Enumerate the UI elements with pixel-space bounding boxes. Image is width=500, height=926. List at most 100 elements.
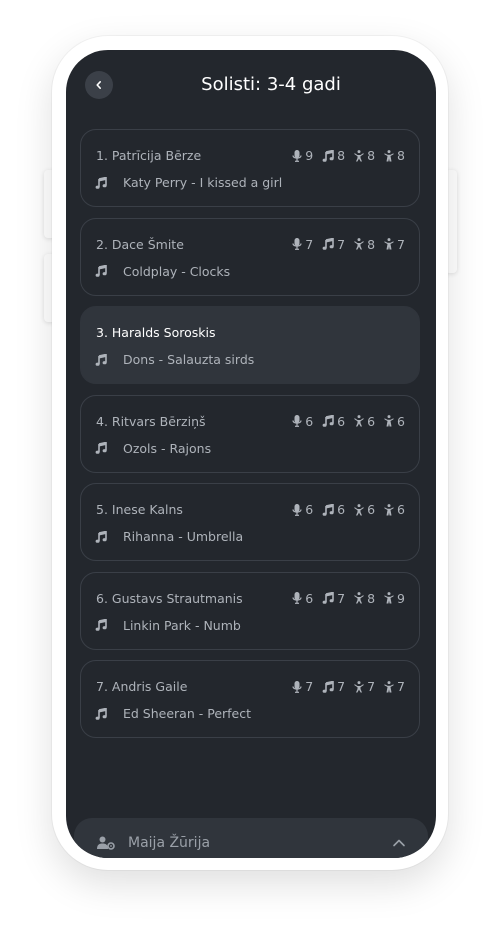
contestant-card[interactable]: 5. Inese Kalns 6 6 6 6 Rihanna - Umbrella bbox=[80, 483, 420, 561]
score-item: 7 bbox=[292, 679, 313, 694]
score-value: 6 bbox=[337, 502, 346, 517]
score-item: 9 bbox=[384, 591, 405, 606]
score-item: 7 bbox=[384, 679, 405, 694]
score-value: 7 bbox=[305, 679, 314, 694]
score-item: 6 bbox=[292, 502, 313, 517]
song-row: Ozols - Rajons bbox=[95, 441, 211, 456]
score-value: 6 bbox=[305, 590, 314, 606]
microphone-icon bbox=[292, 415, 305, 427]
score-value: 7 bbox=[367, 679, 376, 694]
music-note-icon bbox=[322, 680, 337, 693]
score-item: 6 bbox=[322, 502, 345, 517]
microphone-icon bbox=[292, 592, 305, 604]
music-note-icon bbox=[95, 176, 115, 189]
contestant-card[interactable]: 2. Dace Šmite 7 7 8 7 Coldplay - Clocks bbox=[80, 217, 420, 296]
score-value: 8 bbox=[397, 148, 405, 163]
score-value: 8 bbox=[367, 148, 376, 163]
chevron-up-icon[interactable] bbox=[392, 838, 406, 848]
music-note-icon bbox=[322, 415, 337, 427]
song-row: Ed Sheeran - Perfect bbox=[95, 706, 251, 721]
score-item: 8 bbox=[354, 148, 375, 163]
contestant-name: 5. Inese Kalns bbox=[96, 502, 183, 517]
dancer-icon bbox=[354, 503, 367, 516]
dancer-icon bbox=[354, 238, 367, 250]
contestant-name: 6. Gustavs Strautmanis bbox=[96, 590, 243, 606]
score-item: 7 bbox=[354, 679, 375, 694]
microphone-icon bbox=[292, 680, 305, 693]
costume-icon bbox=[384, 680, 397, 693]
song-row: Dons - Salauzta sirds bbox=[95, 352, 254, 367]
page-title: Solisti: 3-4 gadi bbox=[201, 74, 341, 95]
song-title: Katy Perry - I kissed a girl bbox=[123, 175, 283, 190]
microphone-icon bbox=[292, 238, 305, 250]
contestant-name: 1. Patrīcija Bērze bbox=[96, 148, 202, 163]
score-value: 7 bbox=[397, 236, 405, 252]
score-item: 8 bbox=[354, 591, 375, 606]
score-item: 7 bbox=[322, 591, 345, 606]
score-value: 6 bbox=[367, 502, 376, 517]
song-row: Rihanna - Umbrella bbox=[95, 529, 243, 544]
contestant-card[interactable]: 6. Gustavs Strautmanis 6 7 8 9 Linkin Park - … bbox=[80, 571, 420, 650]
contestant-card[interactable]: 3. Haralds Soroskis Dons - Salauzta sirds bbox=[80, 306, 420, 384]
score-item: 7 bbox=[384, 237, 405, 252]
music-note-icon bbox=[322, 592, 337, 604]
score-item: 6 bbox=[292, 414, 313, 429]
score-item: 7 bbox=[322, 679, 345, 694]
score-list: 6 6 6 6 bbox=[283, 414, 405, 429]
score-item: 6 bbox=[292, 591, 313, 606]
costume-icon bbox=[384, 149, 397, 162]
judge-selector[interactable]: Maija Žūrija bbox=[74, 818, 428, 858]
song-title: Coldplay - Clocks bbox=[123, 263, 231, 279]
microphone-icon bbox=[292, 149, 305, 162]
score-value: 6 bbox=[397, 502, 405, 517]
contestant-name: 4. Ritvars Bērziņš bbox=[96, 413, 206, 429]
song-row: Linkin Park - Numb bbox=[95, 618, 241, 633]
contestant-name: 7. Andris Gaile bbox=[96, 679, 188, 694]
song-title: Linkin Park - Numb bbox=[123, 617, 241, 633]
app-screen: Solisti: 3-4 gadi 1. Patrīcija Bērze 9 8 8 8… bbox=[66, 50, 436, 858]
score-item: 6 bbox=[354, 414, 375, 429]
contestant-card[interactable]: 1. Patrīcija Bērze 9 8 8 8 Katy Perry - I kis… bbox=[80, 129, 420, 207]
score-item: 6 bbox=[354, 502, 375, 517]
music-note-icon bbox=[95, 442, 115, 454]
score-value: 6 bbox=[337, 413, 346, 429]
song-title: Rihanna - Umbrella bbox=[123, 529, 244, 544]
score-list: 7 7 7 7 bbox=[283, 679, 405, 694]
microphone-icon bbox=[292, 503, 305, 516]
dancer-icon bbox=[354, 149, 367, 162]
score-item: 6 bbox=[384, 502, 405, 517]
dancer-icon bbox=[354, 680, 367, 693]
music-note-icon bbox=[95, 265, 115, 277]
music-note-icon bbox=[322, 238, 337, 250]
score-list: 7 7 8 7 bbox=[283, 237, 405, 252]
score-value: 8 bbox=[367, 236, 376, 252]
music-note-icon bbox=[95, 619, 115, 631]
dancer-icon bbox=[354, 592, 367, 604]
song-title: Ed Sheeran - Perfect bbox=[123, 706, 252, 721]
score-item: 8 bbox=[384, 148, 405, 163]
song-title: Dons - Salauzta sirds bbox=[123, 352, 255, 367]
score-value: 7 bbox=[397, 679, 405, 694]
score-item: 6 bbox=[322, 414, 345, 429]
costume-icon bbox=[384, 238, 397, 250]
score-value: 9 bbox=[305, 148, 314, 163]
costume-icon bbox=[384, 503, 397, 516]
contestant-card[interactable]: 7. Andris Gaile 7 7 7 7 Ed Sheeran - Perfect bbox=[80, 660, 420, 738]
music-note-icon bbox=[95, 530, 115, 543]
song-row: Katy Perry - I kissed a girl bbox=[95, 175, 282, 190]
music-note-icon bbox=[322, 149, 337, 162]
contestant-name: 2. Dace Šmite bbox=[96, 236, 184, 252]
score-item: 8 bbox=[322, 148, 345, 163]
score-value: 6 bbox=[367, 413, 376, 429]
score-value: 7 bbox=[337, 679, 346, 694]
judge-name: Maija Žūrija bbox=[128, 835, 211, 851]
music-note-icon bbox=[95, 353, 115, 366]
score-item: 6 bbox=[384, 414, 405, 429]
contestant-card[interactable]: 4. Ritvars Bērziņš 6 6 6 6 Ozols - Rajons bbox=[80, 394, 420, 473]
score-item: 7 bbox=[322, 237, 345, 252]
back-button[interactable] bbox=[85, 71, 113, 99]
user-settings-icon bbox=[97, 836, 115, 850]
score-list: 6 6 6 6 bbox=[283, 502, 405, 517]
music-note-icon bbox=[322, 503, 337, 516]
score-value: 7 bbox=[305, 236, 314, 252]
